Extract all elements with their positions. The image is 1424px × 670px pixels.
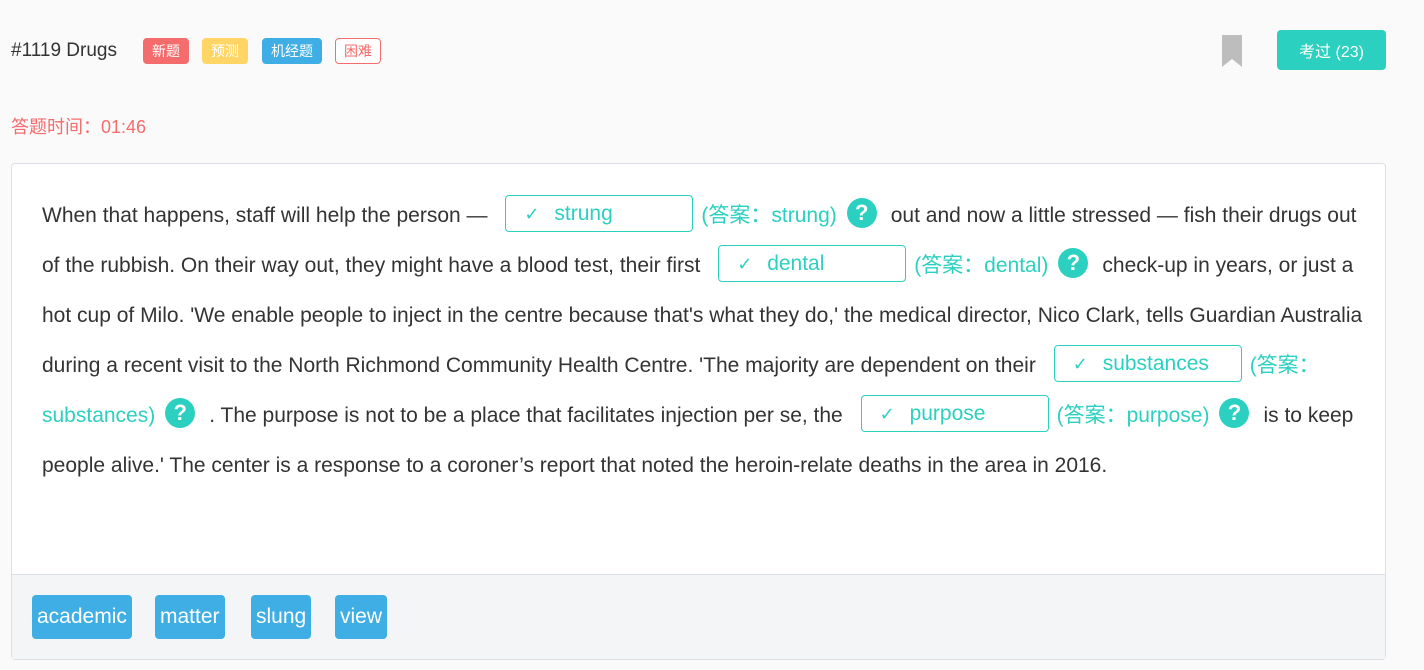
answer-text: (答案：dental): [914, 254, 1049, 277]
bookmark-icon[interactable]: [1222, 35, 1242, 67]
timer-label: 答题时间：: [11, 117, 101, 137]
blank-value: dental: [767, 251, 825, 275]
blank-input[interactable]: ✓ substances: [1053, 344, 1242, 382]
tag-new: 新题: [143, 38, 189, 64]
passage-segment: When that happens, staff will help the p…: [42, 204, 488, 227]
word-bank: academic matter slung view: [12, 575, 1385, 659]
blank-value: purpose: [909, 401, 986, 425]
check-icon: ✓: [1072, 353, 1088, 374]
passage-text: When that happens, staff will help the p…: [42, 191, 1372, 491]
blank-value: substances: [1102, 351, 1209, 375]
check-icon: ✓: [737, 253, 753, 274]
blank-input[interactable]: ✓ strung: [505, 194, 694, 232]
timer-value: 01:46: [101, 117, 147, 137]
check-icon: ✓: [524, 203, 540, 224]
check-icon: ✓: [879, 403, 895, 424]
blank-input[interactable]: ✓ dental: [718, 244, 907, 282]
blank-input[interactable]: ✓ purpose: [860, 394, 1049, 432]
passage-segment: . The purpose is not to be a place that …: [209, 404, 843, 427]
question-circle-icon[interactable]: ?: [1058, 248, 1089, 279]
question-circle-icon[interactable]: ?: [846, 198, 877, 229]
answer-text: (答案：purpose): [1056, 404, 1210, 427]
word-option-view[interactable]: view: [335, 595, 388, 639]
blank-value: strung: [554, 201, 613, 225]
passed-button[interactable]: 考过 (23): [1277, 30, 1386, 70]
question-circle-icon[interactable]: ?: [165, 398, 196, 429]
word-option-slung[interactable]: slung: [251, 595, 312, 639]
tag-prediction: 预测: [202, 38, 248, 64]
answer-timer: 答题时间：01:46: [11, 113, 146, 139]
answer-text: (答案：strung): [701, 204, 837, 227]
word-option-academic[interactable]: academic: [32, 595, 132, 639]
question-card: When that happens, staff will help the p…: [11, 163, 1386, 660]
word-option-matter[interactable]: matter: [155, 595, 225, 639]
tag-machine: 机经题: [262, 38, 322, 64]
question-header: #1119 Drugs 新题 预测 机经题 困难 考过 (23): [0, 0, 1424, 100]
tag-difficulty: 困难: [335, 38, 381, 64]
question-title: #1119 Drugs: [11, 40, 117, 61]
question-circle-icon[interactable]: ?: [1219, 398, 1250, 429]
